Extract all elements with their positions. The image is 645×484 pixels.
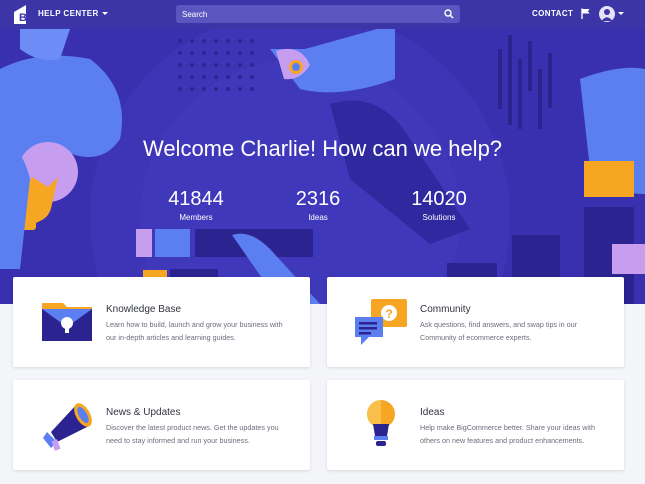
- svg-text:?: ?: [386, 307, 393, 321]
- card-description: Discover the latest product news. Get th…: [106, 423, 279, 445]
- megaphone-icon: [43, 403, 92, 451]
- stat-value: 41844: [168, 188, 224, 210]
- welcome-heading: Welcome Charlie! How can we help?: [142, 136, 503, 161]
- stat-members: 41844 Members: [151, 188, 241, 222]
- chevron-down-icon[interactable]: [618, 12, 624, 15]
- stat-ideas: 2316 Ideas: [273, 188, 363, 222]
- stat-label: Members: [179, 213, 213, 222]
- help-center-page: B HELP CENTER CONTACT: [0, 0, 645, 484]
- help-center-menu[interactable]: HELP CENTER: [38, 9, 108, 18]
- user-icon: [601, 9, 613, 21]
- card-title: Community: [420, 304, 471, 315]
- card-description: Learn how to build, launch and grow your…: [106, 320, 283, 342]
- stat-label: Ideas: [308, 213, 328, 222]
- card-news-updates[interactable]: News & Updates Discover the latest produ…: [13, 380, 310, 470]
- card-community[interactable]: ? Community Ask questions, find answers,…: [327, 277, 624, 367]
- avatar[interactable]: [599, 6, 615, 22]
- lightbulb-icon: [367, 400, 395, 446]
- search-input[interactable]: [182, 9, 432, 19]
- card-knowledge-base[interactable]: Knowledge Base Learn how to build, launc…: [13, 277, 310, 367]
- top-navigation-bar: B HELP CENTER CONTACT: [0, 0, 645, 29]
- card-description: Ask questions, find answers, and swap ti…: [420, 320, 578, 342]
- card-title: News & Updates: [106, 407, 181, 418]
- flag-icon[interactable]: [581, 8, 590, 19]
- svg-text:B: B: [19, 12, 27, 24]
- card-title: Knowledge Base: [106, 304, 182, 315]
- chat-bubbles-icon: ?: [355, 299, 407, 345]
- help-center-label: HELP CENTER: [38, 9, 99, 18]
- stat-value: 14020: [411, 188, 467, 210]
- folder-lightbulb-icon: [42, 303, 92, 341]
- contact-link[interactable]: CONTACT: [532, 9, 573, 18]
- hero-illustration: [0, 29, 645, 304]
- search-bar[interactable]: [176, 5, 460, 23]
- hero-banner: Welcome Charlie! How can we help? 41844 …: [0, 29, 645, 304]
- card-description: Help make BigCommerce better. Share your…: [420, 423, 595, 445]
- stat-solutions: 14020 Solutions: [394, 188, 484, 222]
- stat-label: Solutions: [422, 213, 456, 222]
- stat-value: 2316: [295, 188, 341, 210]
- chevron-down-icon: [101, 12, 108, 15]
- search-icon[interactable]: [444, 9, 454, 19]
- card-ideas[interactable]: Ideas Help make BigCommerce better. Shar…: [327, 380, 624, 470]
- bigcommerce-logo[interactable]: B: [12, 5, 32, 24]
- card-title: Ideas: [420, 407, 445, 418]
